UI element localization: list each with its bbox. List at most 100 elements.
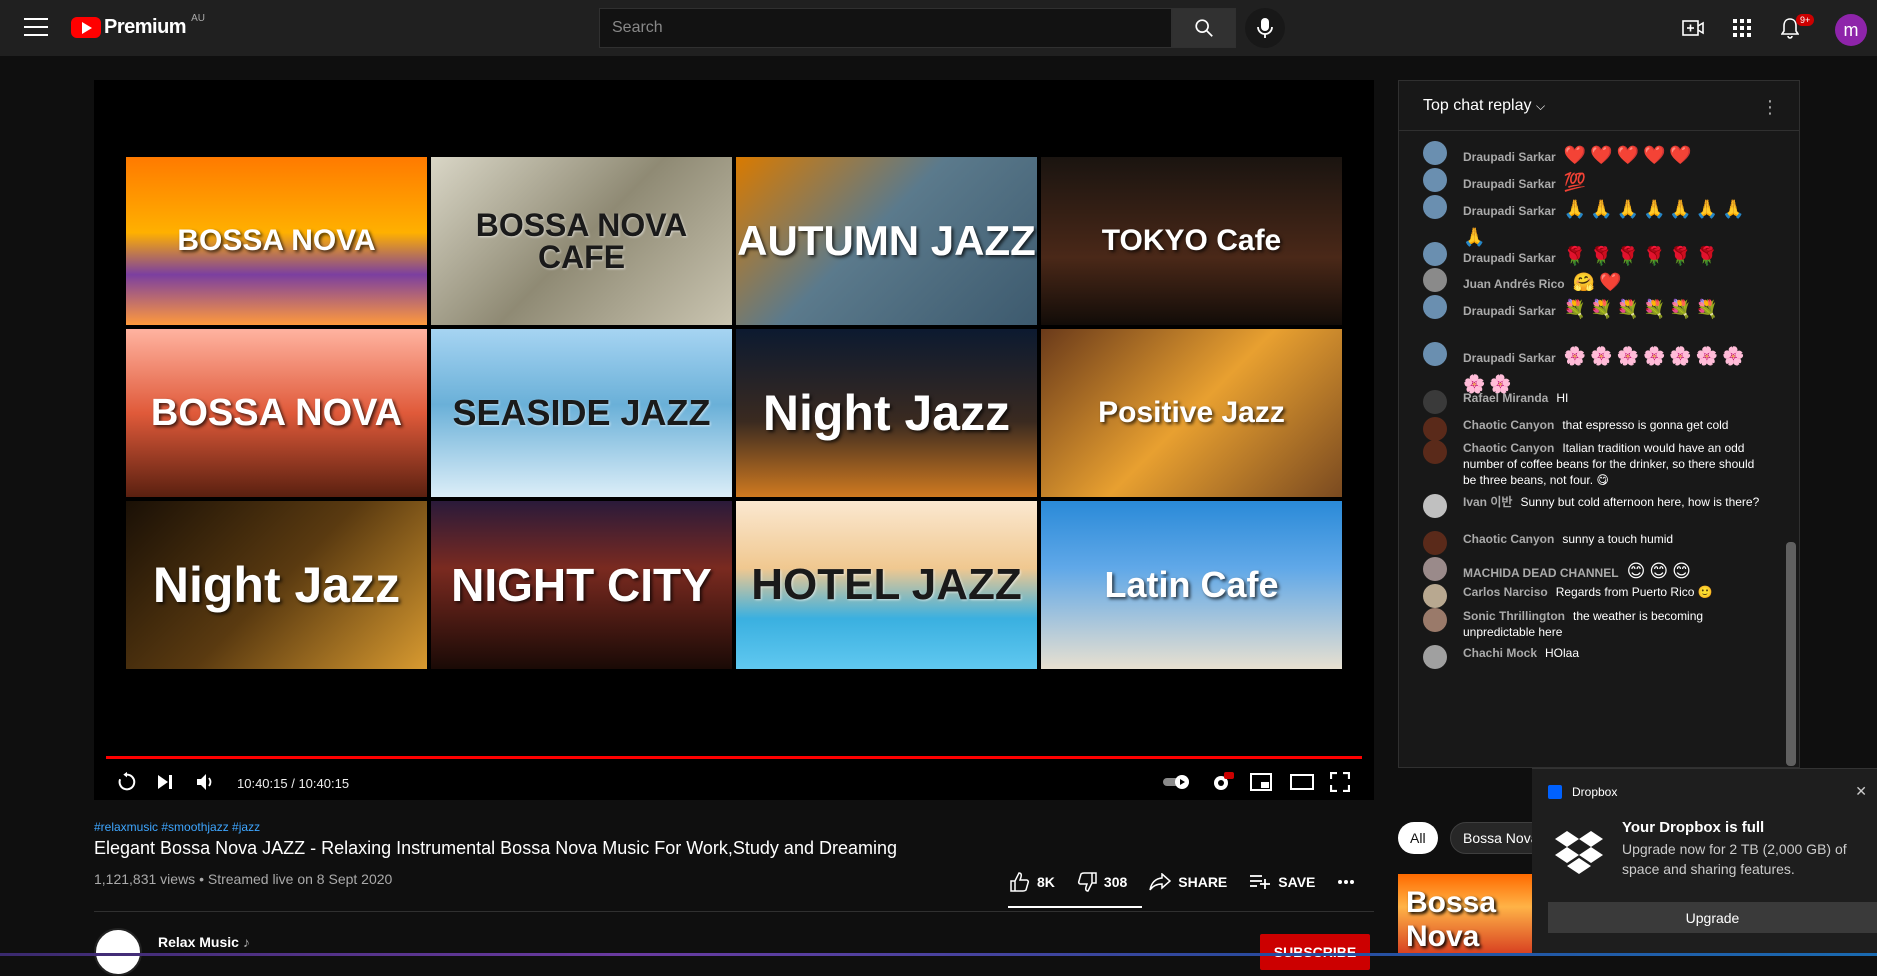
- microphone-icon: [1257, 18, 1273, 38]
- playlist-add-icon: [1250, 875, 1271, 889]
- chat-message-text: Draupadi Sarkar 💯: [1463, 168, 1763, 196]
- share-label: SHARE: [1178, 874, 1228, 890]
- chat-author-name[interactable]: Draupadi Sarkar: [1463, 351, 1556, 365]
- chat-avatar[interactable]: [1423, 494, 1447, 518]
- save-button[interactable]: SAVE: [1249, 873, 1315, 891]
- chat-avatar[interactable]: [1423, 608, 1447, 632]
- chat-author-name[interactable]: Draupadi Sarkar: [1463, 204, 1556, 218]
- upgrade-button[interactable]: Upgrade: [1548, 902, 1877, 933]
- chevron-down-icon: ⌵: [1535, 99, 1546, 113]
- chat-avatar[interactable]: [1423, 141, 1447, 165]
- chat-avatar[interactable]: [1423, 195, 1447, 219]
- chat-author-name[interactable]: MACHIDA DEAD CHANNEL: [1463, 566, 1619, 580]
- chat-author-name[interactable]: Draupadi Sarkar: [1463, 251, 1556, 265]
- chat-avatar[interactable]: [1423, 645, 1447, 669]
- chat-message-body: HI: [1556, 391, 1569, 405]
- chat-message-body: Sunny but cold afternoon here, how is th…: [1520, 495, 1760, 509]
- chat-message-body: 🌹🌹🌹🌹🌹🌹: [1563, 246, 1723, 266]
- collage-tile: BOSSA NOVA: [126, 329, 427, 497]
- tile-label: Positive Jazz: [1098, 396, 1285, 429]
- chat-message: Chaotic Canyon that espresso is gonna get…: [1423, 417, 1763, 441]
- close-icon[interactable]: ✕: [1855, 783, 1867, 800]
- chat-avatar[interactable]: [1423, 531, 1447, 555]
- apps-grid-icon[interactable]: [1730, 16, 1754, 40]
- account-avatar[interactable]: m: [1835, 14, 1867, 46]
- chat-avatar[interactable]: [1423, 557, 1447, 581]
- hashtags[interactable]: #relaxmusic #smoothjazz #jazz: [94, 820, 260, 834]
- more-horizontal-icon: [1338, 880, 1355, 884]
- collage-tile: Positive Jazz: [1041, 329, 1342, 497]
- more-actions-button[interactable]: [1337, 879, 1362, 885]
- chat-author-name[interactable]: Chaotic Canyon: [1463, 418, 1554, 432]
- like-button[interactable]: 8K: [1010, 872, 1055, 892]
- theater-mode-icon: [1290, 774, 1314, 790]
- chat-message: Draupadi Sarkar 🌹🌹🌹🌹🌹🌹: [1423, 242, 1763, 270]
- chat-author-name[interactable]: Draupadi Sarkar: [1463, 177, 1556, 191]
- chat-mode-label: Top chat replay: [1423, 97, 1532, 114]
- chat-message: Juan Andrés Rico 🤗❤️: [1423, 268, 1763, 296]
- thumbs-up-icon: [1010, 872, 1030, 892]
- chat-author-name[interactable]: Ivan 이반: [1463, 495, 1512, 509]
- chat-author-name[interactable]: Rafael Miranda: [1463, 391, 1548, 405]
- chat-avatar[interactable]: [1423, 242, 1447, 266]
- chat-avatar[interactable]: [1423, 417, 1447, 441]
- chat-message: MACHIDA DEAD CHANNEL 😊😊😊: [1423, 557, 1763, 585]
- dislike-count: 308: [1103, 874, 1128, 890]
- chat-avatar[interactable]: [1423, 390, 1447, 414]
- channel-name[interactable]: Relax Music ♪: [158, 934, 250, 950]
- chat-message: Sonic Thrillington the weather is becomin…: [1423, 608, 1763, 640]
- chat-avatar[interactable]: [1423, 268, 1447, 292]
- next-button[interactable]: [156, 770, 174, 794]
- chat-author-name[interactable]: Chaotic Canyon: [1463, 532, 1554, 546]
- menu-icon[interactable]: [24, 18, 48, 38]
- chat-author-name[interactable]: Carlos Narciso: [1463, 585, 1548, 599]
- search-input[interactable]: Search: [599, 8, 1172, 48]
- chat-author-name[interactable]: Draupadi Sarkar: [1463, 150, 1556, 164]
- voice-search-button[interactable]: [1245, 8, 1285, 48]
- dropbox-header: Dropbox: [1548, 785, 1617, 799]
- miniplayer-button[interactable]: [1250, 770, 1272, 794]
- tile-label: BOSSA NOVA: [150, 392, 403, 434]
- search-button[interactable]: [1172, 8, 1236, 48]
- tile-label: Night Jazz: [762, 385, 1011, 441]
- video-title: Elegant Bossa Nova JAZZ - Relaxing Instr…: [94, 838, 897, 858]
- create-video-icon[interactable]: [1681, 16, 1705, 40]
- replay-icon: [118, 771, 136, 791]
- chat-avatar[interactable]: [1423, 295, 1447, 319]
- replay-button[interactable]: [116, 770, 138, 794]
- save-label: SAVE: [1278, 874, 1316, 890]
- chat-author-name[interactable]: Chachi Mock: [1463, 646, 1537, 660]
- music-note-icon: ♪: [242, 934, 250, 950]
- theater-mode-button[interactable]: [1290, 770, 1314, 794]
- chat-avatar[interactable]: [1423, 342, 1447, 366]
- video-player[interactable]: BOSSA NOVA BOSSA NOVA CAFE AUTUMN JAZZ TOKY…: [94, 80, 1374, 800]
- dislike-button[interactable]: 308: [1077, 872, 1127, 892]
- youtube-logo[interactable]: Premium AU: [71, 13, 205, 39]
- autoplay-toggle[interactable]: [1162, 770, 1192, 794]
- more-vertical-icon[interactable]: ⋮: [1761, 97, 1779, 118]
- channel-name-text: Relax Music: [158, 934, 239, 950]
- channel-avatar[interactable]: [94, 928, 142, 976]
- progress-bar[interactable]: [106, 756, 1362, 759]
- settings-button[interactable]: [1210, 770, 1234, 794]
- chat-message-text: Chachi Mock HOlaa: [1463, 645, 1763, 661]
- chat-author-name[interactable]: Draupadi Sarkar: [1463, 304, 1556, 318]
- subscribe-button[interactable]: SUBSCRIBE: [1260, 934, 1370, 970]
- chat-author-name[interactable]: Juan Andrés Rico: [1463, 277, 1565, 291]
- chat-avatar[interactable]: [1423, 168, 1447, 192]
- skip-next-icon: [158, 775, 172, 789]
- chat-author-name[interactable]: Chaotic Canyon: [1463, 441, 1554, 455]
- time-display: 10:40:15 / 10:40:15: [237, 776, 350, 791]
- chip-all[interactable]: All: [1398, 822, 1438, 854]
- fullscreen-button[interactable]: [1330, 770, 1350, 794]
- tile-label: NIGHT CITY: [451, 559, 712, 611]
- chat-messages[interactable]: Draupadi Sarkar ❤️❤️❤️❤️❤️ Draupadi Sarkar…: [1399, 131, 1799, 767]
- chat-avatar[interactable]: [1423, 440, 1447, 464]
- video-meta: 1,121,831 views • Streamed live on 8 Sep…: [94, 871, 393, 887]
- chat-scrollbar[interactable]: [1786, 542, 1796, 766]
- share-button[interactable]: SHARE: [1149, 873, 1227, 891]
- chat-mode-dropdown[interactable]: Top chat replay ⌵: [1423, 97, 1545, 115]
- chat-author-name[interactable]: Sonic Thrillington: [1463, 609, 1565, 623]
- chat-avatar[interactable]: [1423, 584, 1447, 608]
- mute-button[interactable]: [196, 770, 216, 794]
